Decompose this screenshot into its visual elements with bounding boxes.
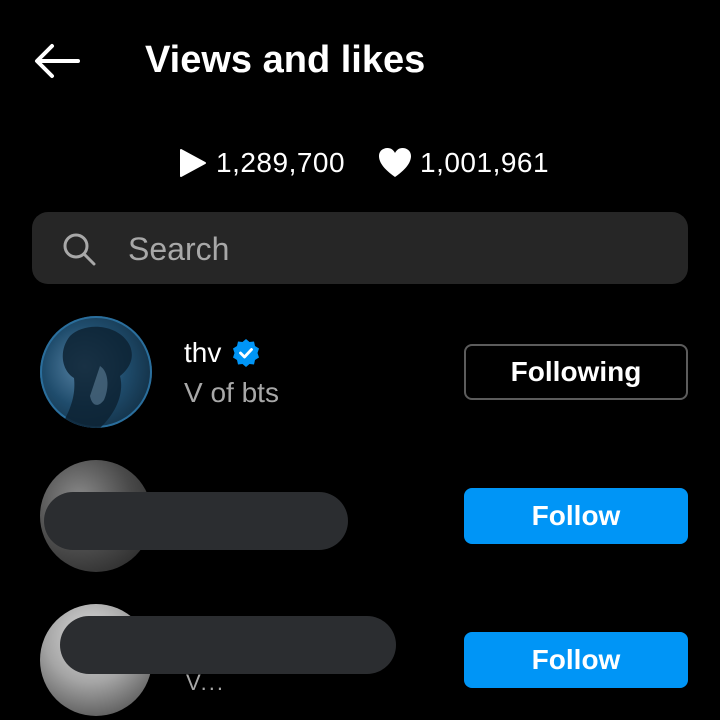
redaction-bar <box>44 492 348 550</box>
search-icon <box>63 233 96 266</box>
list-item[interactable]: Follow <box>0 456 720 576</box>
avatar[interactable] <box>40 316 152 428</box>
likes-stat: 1,001,961 <box>378 140 549 186</box>
redaction-bar <box>60 616 396 674</box>
likes-count: 1,001,961 <box>420 147 550 178</box>
back-button[interactable] <box>26 36 86 86</box>
avatar-photo <box>60 326 132 428</box>
views-and-likes-screen: Views and likes 1,289,700 1,001,961 Sear… <box>0 0 720 720</box>
username-text[interactable]: thv <box>184 336 221 370</box>
follow-button[interactable]: Follow <box>464 632 688 688</box>
heart-icon <box>378 147 412 179</box>
verified-badge-icon <box>231 338 261 368</box>
following-button[interactable]: Following <box>464 344 688 400</box>
username[interactable]: thv <box>184 336 261 370</box>
follow-button[interactable]: Follow <box>464 488 688 544</box>
header: Views and likes <box>0 0 720 120</box>
play-icon <box>176 147 208 179</box>
list-item[interactable]: thv V of bts Following <box>0 312 720 432</box>
back-arrow-icon <box>35 44 80 78</box>
stats-bar: 1,289,700 1,001,961 <box>0 140 720 186</box>
full-name: V of bts <box>184 377 279 408</box>
views-stat: 1,289,700 <box>176 140 345 186</box>
list-item[interactable]: V... Follow <box>0 600 720 720</box>
search-input[interactable] <box>128 226 668 272</box>
page-title: Views and likes <box>145 39 426 81</box>
views-count: 1,289,700 <box>216 147 346 178</box>
